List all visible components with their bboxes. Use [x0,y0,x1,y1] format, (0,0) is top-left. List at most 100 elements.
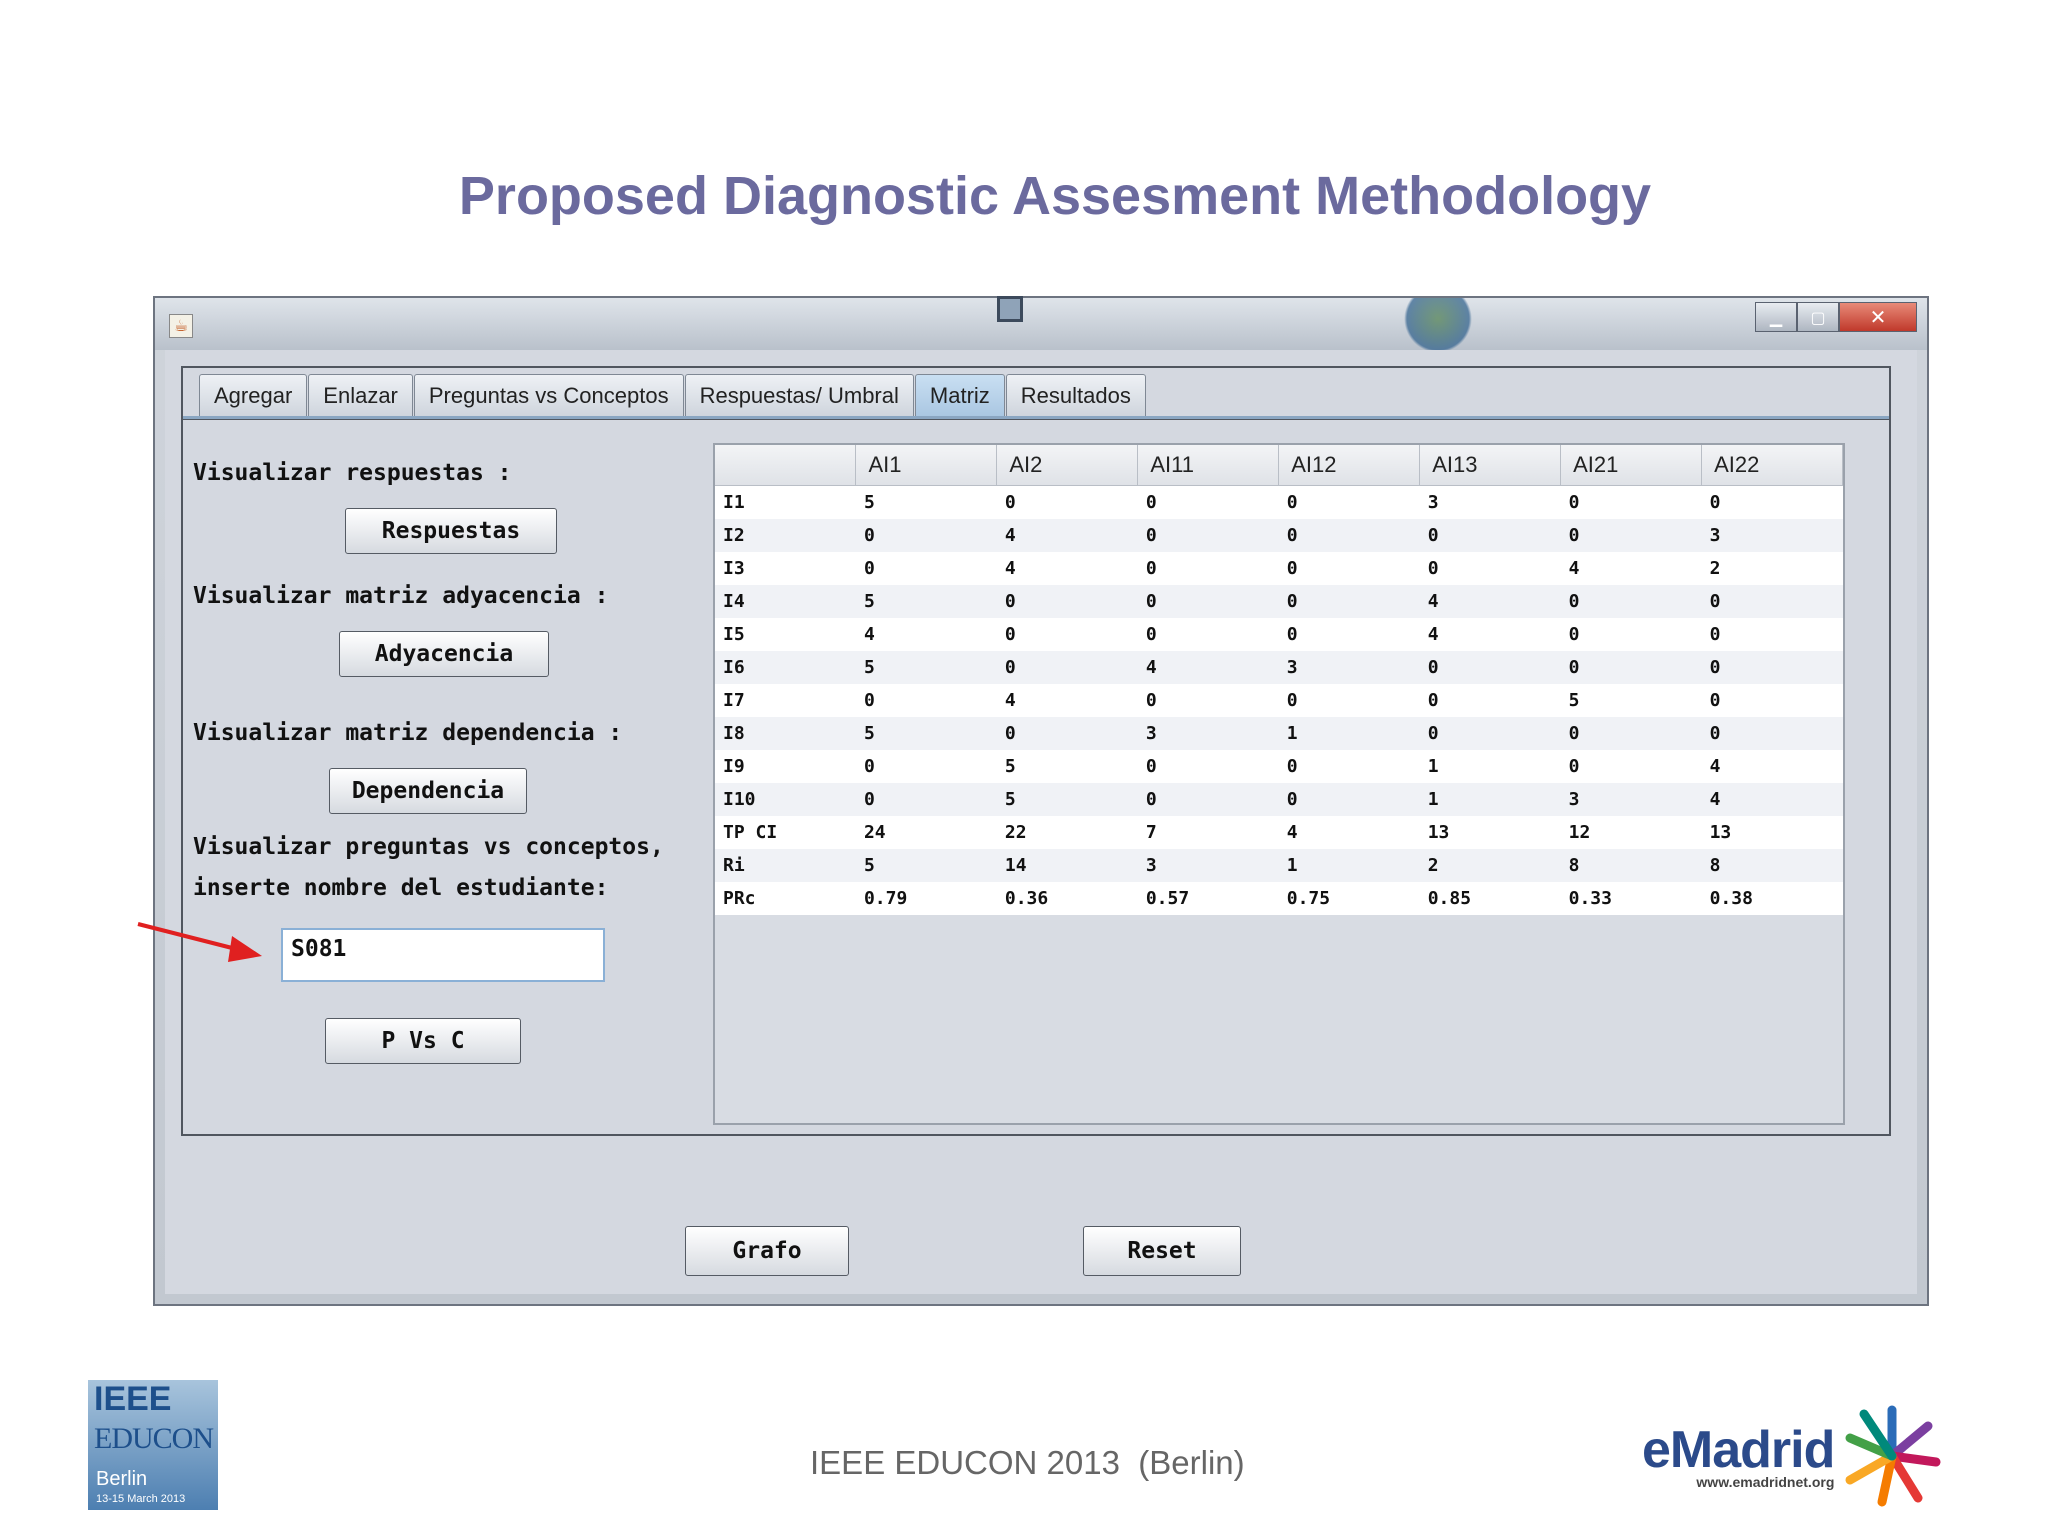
window-resize-handle-icon[interactable] [997,296,1023,322]
table-cell[interactable]: 5 [996,783,1138,816]
row-header-cell[interactable]: I5 [715,618,856,651]
table-cell[interactable]: 24 [855,816,997,849]
table-cell[interactable]: 0 [1278,519,1420,552]
table-cell[interactable]: 0 [1137,585,1279,618]
table-cell[interactable]: 0 [1419,519,1561,552]
table-cell[interactable]: 0.75 [1278,882,1420,915]
table-cell[interactable]: 0 [1419,552,1561,585]
table-cell[interactable]: 2 [1419,849,1561,882]
table-cell[interactable]: 0 [855,684,997,717]
minimize-icon[interactable]: ▁ [1755,302,1797,332]
row-header-cell[interactable]: PRc [715,882,856,915]
table-row[interactable]: I9 0 5 0 0 1 0 4 [715,750,1843,783]
table-cell[interactable]: 4 [1701,750,1843,783]
table-cell[interactable]: 0 [996,651,1138,684]
table-cell[interactable]: 0 [1701,485,1843,519]
table-cell[interactable]: 0 [1701,618,1843,651]
table-cell[interactable]: 4 [996,519,1138,552]
table-cell[interactable]: 0 [996,485,1138,519]
table-row[interactable]: I6 5 0 4 3 0 0 0 [715,651,1843,684]
row-header-cell[interactable]: I4 [715,585,856,618]
table-cell[interactable]: 5 [855,585,997,618]
table-cell[interactable]: 0 [1278,618,1420,651]
adyacencia-button[interactable]: Adyacencia [339,631,549,677]
table-cell[interactable]: 0.57 [1137,882,1279,915]
dependencia-button[interactable]: Dependencia [329,768,527,814]
table-cell[interactable]: 5 [855,849,997,882]
table-cell[interactable]: 0 [1419,651,1561,684]
table-cell[interactable]: 0 [1419,717,1561,750]
table-cell[interactable]: 0 [1278,552,1420,585]
title-bar[interactable]: ☕ ▁ ▢ ✕ [155,296,1927,350]
table-cell[interactable]: 12 [1560,816,1702,849]
row-header-cell[interactable]: I8 [715,717,856,750]
table-cell[interactable]: 0 [1560,750,1702,783]
table-row[interactable]: TP CI 24 22 7 4 13 12 13 [715,816,1843,849]
table-cell[interactable]: 4 [1419,585,1561,618]
table-cell[interactable]: 0 [1560,485,1702,519]
table-cell[interactable]: 0 [1137,552,1279,585]
column-header[interactable]: AI21 [1560,445,1703,486]
tab-resultados[interactable]: Resultados [1005,374,1146,416]
column-header[interactable]: AI2 [996,445,1139,486]
table-cell[interactable]: 5 [855,717,997,750]
table-row[interactable]: I10 0 5 0 0 1 3 4 [715,783,1843,816]
table-cell[interactable]: 0 [996,618,1138,651]
table-cell[interactable]: 0 [1560,519,1702,552]
table-cell[interactable]: 0 [1278,684,1420,717]
table-row[interactable]: I4 5 0 0 0 4 0 0 [715,585,1843,618]
table-row[interactable]: I8 5 0 3 1 0 0 0 [715,717,1843,750]
table-cell[interactable]: 0 [1137,783,1279,816]
table-cell[interactable]: 0.33 [1560,882,1702,915]
table-cell[interactable]: 0 [996,585,1138,618]
table-cell[interactable]: 0 [1701,651,1843,684]
tab-agregar[interactable]: Agregar [199,374,308,416]
table-cell[interactable]: 0 [1701,717,1843,750]
table-row[interactable]: I5 4 0 0 0 4 0 0 [715,618,1843,651]
table-cell[interactable]: 8 [1560,849,1702,882]
table-cell[interactable]: 13 [1419,816,1561,849]
table-cell[interactable]: 0 [1137,618,1279,651]
table-cell[interactable]: 0 [1137,485,1279,519]
table-row[interactable]: PRc 0.79 0.36 0.57 0.75 0.85 0.33 0.38 [715,882,1843,915]
table-cell[interactable]: 5 [996,750,1138,783]
matrix-table-scrollpane[interactable]: AI1 AI2 AI11 AI12 AI13 AI21 AI22 I1 5 0 0 0 3… [713,443,1845,1125]
respuestas-button[interactable]: Respuestas [345,508,557,554]
table-cell[interactable]: 0 [855,750,997,783]
column-header[interactable]: AI1 [855,445,998,486]
column-header[interactable]: AI13 [1419,445,1562,486]
table-cell[interactable]: 3 [1137,717,1279,750]
table-cell[interactable]: 3 [1419,485,1561,519]
table-cell[interactable]: 0 [1560,651,1702,684]
tab-enlazar[interactable]: Enlazar [308,374,413,416]
reset-button[interactable]: Reset [1083,1226,1241,1276]
row-header-cell[interactable]: Ri [715,849,856,882]
table-cell[interactable]: 4 [1419,618,1561,651]
close-icon[interactable]: ✕ [1839,302,1917,332]
table-cell[interactable]: 0.85 [1419,882,1561,915]
table-cell[interactable]: 0 [1701,684,1843,717]
table-cell[interactable]: 0 [1560,717,1702,750]
row-header-cell[interactable]: TP CI [715,816,856,849]
table-cell[interactable]: 7 [1137,816,1279,849]
table-cell[interactable]: 4 [1278,816,1420,849]
table-cell[interactable]: 4 [1560,552,1702,585]
table-cell[interactable]: 1 [1419,783,1561,816]
table-cell[interactable]: 0.36 [996,882,1138,915]
table-cell[interactable]: 0 [1419,684,1561,717]
table-row[interactable]: I1 5 0 0 0 3 0 0 [715,485,1843,519]
table-cell[interactable]: 5 [855,651,997,684]
table-cell[interactable]: 2 [1701,552,1843,585]
column-header[interactable]: AI11 [1137,445,1280,486]
row-header-cell[interactable]: I3 [715,552,856,585]
table-cell[interactable]: 0 [1137,684,1279,717]
table-cell[interactable]: 0 [1560,618,1702,651]
table-cell[interactable]: 5 [1560,684,1702,717]
student-name-input[interactable]: S081 [281,928,605,982]
row-header-cell[interactable]: I9 [715,750,856,783]
table-cell[interactable]: 14 [996,849,1138,882]
table-cell[interactable]: 3 [1137,849,1279,882]
table-cell[interactable]: 3 [1278,651,1420,684]
column-header[interactable]: AI12 [1278,445,1421,486]
table-cell[interactable]: 3 [1560,783,1702,816]
